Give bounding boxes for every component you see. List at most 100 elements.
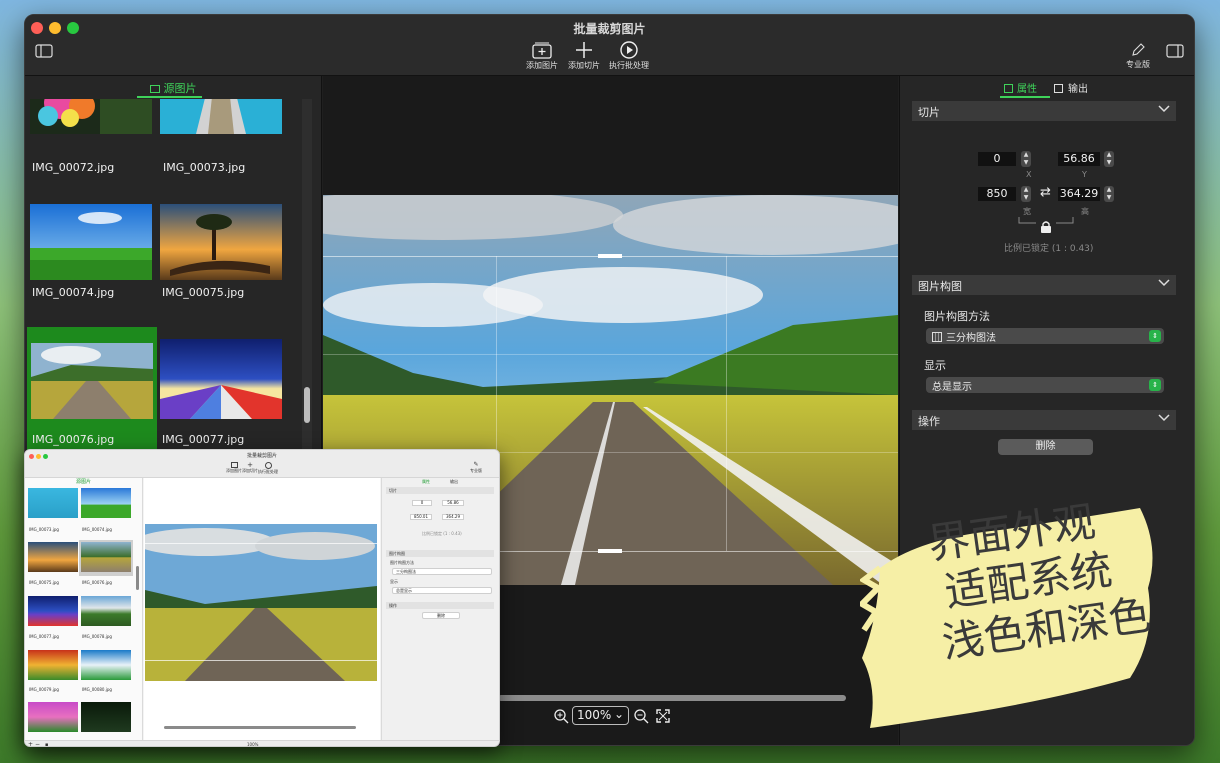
thumbnail-item[interactable]: IMG_00075.jpg bbox=[155, 194, 285, 324]
sidebar-toggle-icon[interactable] bbox=[35, 43, 53, 62]
export-icon bbox=[1054, 84, 1063, 93]
section-composition-header[interactable]: 图片构图 bbox=[912, 275, 1176, 295]
light-mode-preview-window: 批量裁剪图片 添加图片 + 添加切片 执行批处理 ✎ 专业版 源图片 IMG_000… bbox=[24, 449, 500, 747]
run-batch-button[interactable]: 执行批处理 bbox=[599, 41, 659, 71]
composition-method-select[interactable]: 三分构图法 ⇕ bbox=[926, 328, 1164, 344]
mini-thumbnail[interactable] bbox=[81, 488, 131, 518]
mini-trash-icon[interactable]: ▪ bbox=[45, 742, 48, 746]
mini-thumbnail-selected[interactable] bbox=[79, 540, 133, 576]
mini-thumbnail[interactable] bbox=[28, 488, 78, 518]
mini-height-field[interactable]: 364.29 bbox=[442, 514, 464, 520]
canvas-horizontal-scrollbar[interactable] bbox=[498, 695, 846, 701]
slice-width-stepper[interactable]: ▲ ▼ bbox=[1021, 186, 1031, 202]
thirds-grid-icon bbox=[932, 332, 942, 342]
lock-icon[interactable] bbox=[1040, 220, 1052, 234]
mini-thumbnail-label: IMG_00073.jpg bbox=[29, 527, 59, 532]
label-height: 高 bbox=[1081, 207, 1089, 216]
mini-thumbnail[interactable] bbox=[28, 702, 78, 732]
crop-handle-bottom[interactable] bbox=[598, 549, 622, 553]
mini-run-batch-label: 执行批处理 bbox=[258, 469, 278, 474]
mini-x-field[interactable]: 0 bbox=[412, 500, 432, 506]
mini-inspector: 属性 输出 切片 0 56.86 850.01 364.29 比例已锁定 (1 … bbox=[381, 478, 499, 740]
slice-height-stepper[interactable]: ▲ ▼ bbox=[1104, 186, 1114, 202]
thumbnail-label: IMG_00077.jpg bbox=[162, 433, 245, 446]
display-select[interactable]: 总是显示 ⇕ bbox=[926, 377, 1164, 393]
slice-x-stepper[interactable]: ▲ ▼ bbox=[1021, 151, 1031, 167]
mini-crop-edge-top bbox=[145, 543, 377, 544]
label-y: Y bbox=[1082, 170, 1087, 179]
zoom-in-icon[interactable] bbox=[553, 708, 569, 724]
mini-section-composition[interactable]: 图片构图 bbox=[386, 550, 494, 557]
mini-thumbnail-label: IMG_00076.jpg bbox=[82, 580, 112, 585]
section-slice-title: 切片 bbox=[918, 106, 940, 119]
pencil-icon bbox=[1132, 43, 1145, 56]
mini-section-slice[interactable]: 切片 bbox=[386, 487, 494, 494]
mini-thumbnail[interactable] bbox=[81, 650, 131, 680]
slice-y-stepper[interactable]: ▲ ▼ bbox=[1104, 151, 1114, 167]
mini-thumbnail[interactable] bbox=[28, 650, 78, 680]
tab-underline bbox=[1000, 96, 1050, 98]
mini-delete-button[interactable]: 删除 bbox=[422, 612, 460, 619]
mini-run-batch-button[interactable]: 执行批处理 bbox=[257, 462, 279, 475]
delete-button[interactable]: 删除 bbox=[998, 439, 1093, 455]
mini-horizontal-scrollbar[interactable] bbox=[164, 726, 356, 729]
display-value: 总是显示 bbox=[932, 382, 972, 393]
mini-pro-button[interactable]: ✎ 专业版 bbox=[465, 462, 487, 474]
plus-icon bbox=[576, 42, 592, 58]
label-width: 宽 bbox=[1023, 207, 1031, 216]
play-icon bbox=[620, 41, 638, 59]
inspector-toggle-icon[interactable] bbox=[1166, 43, 1184, 62]
thumbnail-image bbox=[30, 204, 152, 280]
section-operations-title: 操作 bbox=[918, 415, 940, 428]
mini-section-operations[interactable]: 操作 bbox=[386, 602, 494, 609]
mini-method-select[interactable]: 三分构图法 bbox=[392, 568, 492, 575]
mini-thumbnail[interactable] bbox=[28, 542, 78, 572]
mini-remove-icon[interactable]: − bbox=[35, 741, 40, 746]
slice-y-field[interactable]: 56.86 bbox=[1058, 152, 1100, 166]
mini-source-panel: 源图片 IMG_00073.jpg IMG_00074.jpg IMG_0007… bbox=[25, 478, 143, 740]
tab-source-images[interactable]: 源图片 bbox=[25, 76, 321, 98]
add-image-icon bbox=[532, 42, 552, 59]
thumbnail-item-selected[interactable]: IMG_00076.jpg bbox=[27, 327, 157, 457]
chevron-down-icon: ⌄ bbox=[613, 707, 624, 721]
section-slice-header[interactable]: 切片 bbox=[912, 101, 1176, 121]
slice-width-field[interactable]: 850 bbox=[978, 187, 1016, 201]
mini-window-title: 批量裁剪图片 bbox=[246, 453, 277, 459]
mini-y-field[interactable]: 56.86 bbox=[442, 500, 464, 506]
mini-thumbnail-label: IMG_00078.jpg bbox=[82, 634, 112, 639]
mini-thumbnail[interactable] bbox=[28, 596, 78, 626]
mini-thumbnail[interactable] bbox=[81, 702, 131, 732]
slice-height-field[interactable]: 364.29 bbox=[1058, 187, 1100, 201]
grid-icon bbox=[1004, 84, 1013, 93]
swap-icon[interactable]: ⇄ bbox=[1040, 185, 1051, 200]
zoom-select[interactable]: 100% ⌄ bbox=[572, 706, 629, 725]
thumbnail-image bbox=[31, 343, 153, 419]
mini-add-slice-label: 添加切片 bbox=[242, 468, 258, 473]
mini-tab-source[interactable]: 源图片 bbox=[25, 478, 142, 486]
crop-handle-top[interactable] bbox=[598, 254, 622, 258]
thirds-guide-h1 bbox=[323, 354, 898, 355]
pro-version-button[interactable]: 专业版 bbox=[1118, 42, 1158, 70]
tab-output[interactable]: 输出 bbox=[1054, 80, 1088, 95]
thumbnail-item[interactable]: IMG_00074.jpg bbox=[25, 194, 155, 324]
mini-canvas[interactable] bbox=[144, 478, 380, 740]
zoom-out-icon[interactable] bbox=[633, 708, 649, 724]
slice-x-field[interactable]: 0 bbox=[978, 152, 1016, 166]
section-composition-title: 图片构图 bbox=[918, 280, 962, 293]
mini-scrollbar-thumb[interactable] bbox=[136, 566, 139, 590]
fit-screen-icon[interactable] bbox=[656, 709, 670, 723]
mini-thumbnail[interactable] bbox=[81, 596, 131, 626]
thumbnail-item[interactable]: IMG_00077.jpg bbox=[155, 327, 285, 457]
scrollbar-thumb[interactable] bbox=[304, 387, 310, 423]
mini-width-field[interactable]: 850.01 bbox=[410, 514, 432, 520]
section-operations-header[interactable]: 操作 bbox=[912, 410, 1176, 430]
titlebar: 批量裁剪图片 添加图片 添加切片 执行批处理 专业版 bbox=[25, 15, 1194, 76]
mini-photo bbox=[145, 524, 377, 681]
mini-add-icon[interactable]: + bbox=[28, 741, 33, 746]
mini-tab-output[interactable]: 输出 bbox=[450, 479, 458, 485]
mini-tab-properties[interactable]: 属性 bbox=[422, 479, 430, 485]
mini-display-select[interactable]: 总是显示 bbox=[392, 587, 492, 594]
tab-properties[interactable]: 属性 bbox=[1004, 80, 1037, 95]
thirds-guide-v2 bbox=[726, 256, 727, 551]
mini-zoom-value[interactable]: 100% bbox=[247, 742, 258, 746]
